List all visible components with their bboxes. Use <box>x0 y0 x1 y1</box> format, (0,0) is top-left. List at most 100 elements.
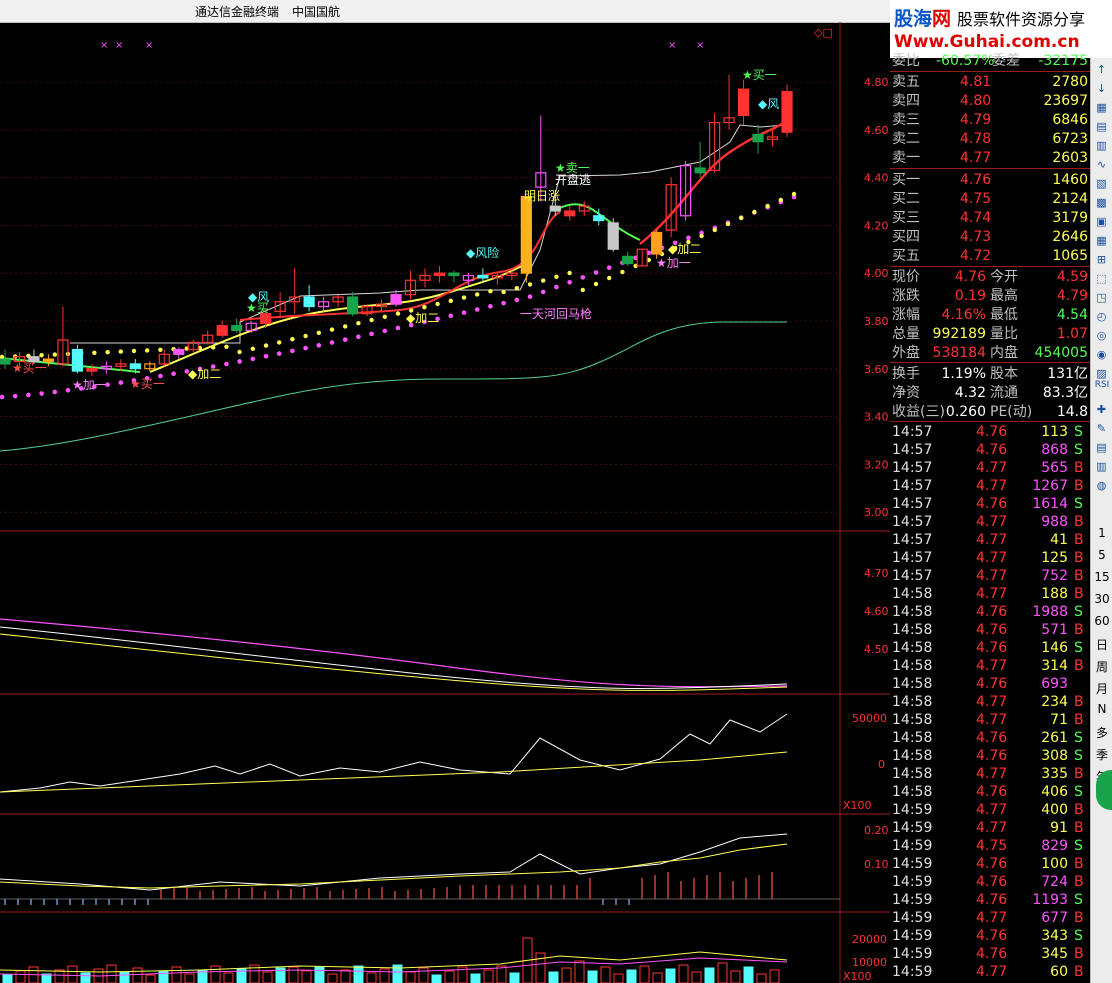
amount-bar <box>444 970 455 983</box>
toolbar-icon[interactable]: ↓ <box>1093 81 1110 96</box>
period-button[interactable]: N <box>1091 702 1112 716</box>
candle[interactable] <box>680 160 692 221</box>
candle[interactable] <box>578 201 590 216</box>
candle[interactable] <box>303 285 315 312</box>
candle[interactable] <box>202 330 214 345</box>
candle[interactable] <box>766 129 779 147</box>
toolbar-icon[interactable]: ▥ <box>1093 138 1110 153</box>
support-dot <box>26 392 31 398</box>
period-button[interactable]: 5 <box>1091 548 1112 562</box>
candle[interactable] <box>708 113 721 173</box>
toolbar-icon[interactable]: ▤ <box>1093 119 1110 134</box>
toolbar-icon[interactable]: ✎ <box>1093 421 1110 436</box>
period-button[interactable]: 1 <box>1091 526 1112 540</box>
ma-axis-1: 4.60 <box>864 605 889 618</box>
candle[interactable] <box>158 349 170 367</box>
toolbar-icon[interactable]: ∿ <box>1093 157 1110 172</box>
candle[interactable] <box>752 125 764 154</box>
bid-row: 买二 4.75 2124 <box>892 191 1088 207</box>
candle[interactable] <box>57 306 69 367</box>
candle[interactable] <box>332 294 344 307</box>
amount-unit: X100 <box>843 970 872 983</box>
signal-dot <box>211 345 216 350</box>
candle[interactable] <box>737 79 750 125</box>
amount-bar <box>600 966 611 983</box>
kline-chart[interactable]: 4.80 4.60 4.40 4.20 4.00 3.80 3.60 3.40 3.20 3.00… <box>0 22 890 983</box>
candle[interactable] <box>86 363 98 376</box>
candle[interactable] <box>173 347 185 360</box>
toolbar-icon[interactable]: ◍ <box>1093 478 1110 493</box>
candle[interactable] <box>187 340 199 352</box>
amount-panel: 20000 10000 X100 <box>0 933 887 983</box>
candle[interactable] <box>433 265 446 283</box>
osc-axis-0: 0.20 <box>864 824 889 837</box>
period-button[interactable]: 月 <box>1091 680 1112 697</box>
toolbar-icon[interactable]: ⬚ <box>1093 271 1110 286</box>
candle[interactable] <box>564 206 576 221</box>
signal-dot <box>514 286 519 291</box>
support-dot <box>250 356 256 362</box>
amount-bar <box>262 971 273 983</box>
tick-row: 14:58 4.76 261 S <box>892 730 1083 746</box>
toolbar-icon[interactable]: ▧ <box>1093 176 1110 191</box>
tick-row: 14:58 4.77 314 B <box>892 658 1084 674</box>
toolbar-icon[interactable]: ⊞ <box>1093 252 1110 267</box>
amount-bar <box>769 969 780 983</box>
candle[interactable] <box>651 230 663 259</box>
price-tick-7: 3.40 <box>864 411 889 424</box>
period-button[interactable]: 日 <box>1091 636 1112 653</box>
toolbar-icon[interactable]: ◉ <box>1093 347 1110 362</box>
period-button[interactable]: 季 <box>1091 746 1112 763</box>
candle[interactable] <box>361 304 373 317</box>
candle[interactable] <box>723 74 735 130</box>
candle[interactable] <box>448 270 460 283</box>
label-buy-mid: ★买一 <box>130 377 165 391</box>
toolbar-icon[interactable]: ✚ <box>1093 402 1110 417</box>
tick-row: 14:58 4.76 571 B <box>892 622 1084 638</box>
toolbar-icon[interactable]: ▦ <box>1093 100 1110 115</box>
toolbar-icon[interactable]: ▣ <box>1093 214 1110 229</box>
period-button[interactable]: 60 <box>1091 614 1112 628</box>
toolbar-icon[interactable]: ▥ <box>1093 459 1110 474</box>
candle[interactable] <box>216 320 228 338</box>
candle[interactable] <box>71 344 84 374</box>
candle[interactable] <box>636 248 648 267</box>
candle[interactable] <box>419 268 431 288</box>
toolbar-icon[interactable]: ▨ <box>1093 366 1110 381</box>
toolbar-icon[interactable]: ▩ <box>1093 195 1110 210</box>
stat-row: 涨跌 0.19 最高 4.79 <box>892 288 1088 304</box>
period-button[interactable]: 多 <box>1091 724 1112 741</box>
candle[interactable] <box>520 196 532 283</box>
candle[interactable] <box>404 270 417 300</box>
candle[interactable] <box>665 177 677 238</box>
candle[interactable] <box>245 320 257 333</box>
period-button[interactable]: 周 <box>1091 658 1112 675</box>
candle[interactable] <box>0 349 11 369</box>
osc-panel: 0.20 0.10 <box>0 824 889 905</box>
amount-bar <box>691 971 702 983</box>
toolbar-icon[interactable]: ▤ <box>1093 440 1110 455</box>
toolbar-icon[interactable]: ◎ <box>1093 328 1110 343</box>
candle[interactable] <box>622 251 634 266</box>
toolbar-icon[interactable]: ◳ <box>1093 290 1110 305</box>
candle[interactable] <box>607 218 619 252</box>
candle[interactable] <box>317 297 330 312</box>
candle[interactable] <box>781 84 793 137</box>
period-button[interactable]: 30 <box>1091 592 1112 606</box>
candle[interactable] <box>289 268 301 314</box>
period-button[interactable]: 15 <box>1091 570 1112 584</box>
rsi-icon[interactable]: RSI <box>1091 380 1112 390</box>
support-dot <box>118 380 124 385</box>
signal-dot <box>422 305 427 310</box>
candle[interactable] <box>346 292 359 317</box>
support-dot <box>0 394 5 400</box>
toolbar-icon[interactable]: ▦ <box>1093 233 1110 248</box>
support-dot <box>237 359 242 364</box>
candle[interactable] <box>274 292 286 317</box>
amount-bar <box>288 966 299 983</box>
toolbar-icon[interactable]: ↑ <box>1093 62 1110 77</box>
float-button[interactable] <box>1096 770 1112 810</box>
toolbar-icon[interactable]: ◴ <box>1093 309 1110 324</box>
signal-dot <box>554 274 559 279</box>
label-add2-b: ◆加二 <box>406 311 439 325</box>
